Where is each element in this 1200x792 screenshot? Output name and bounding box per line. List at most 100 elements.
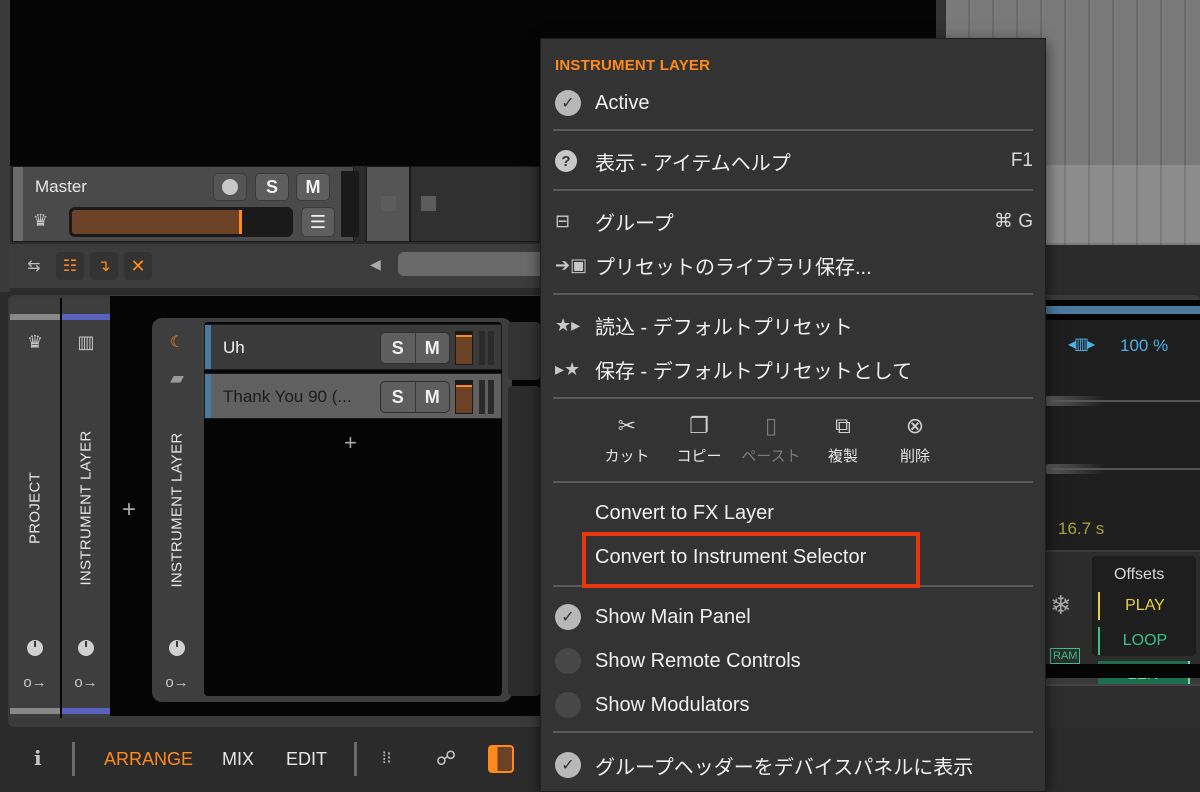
routing-icon[interactable]: o→ xyxy=(10,674,60,691)
delete-action[interactable]: ⊗ 削除 xyxy=(879,413,951,466)
offset-loop-button[interactable]: LOOP xyxy=(1098,627,1190,655)
moon-icon[interactable]: ☾ xyxy=(152,332,202,352)
layer-color-stripe xyxy=(205,374,211,418)
menu-item-show-group-header[interactable]: ✓ グループヘッダーをデバイスパネルに表示 xyxy=(555,747,1033,783)
menu-item-label: Show Main Panel xyxy=(595,605,751,628)
offset-play-button[interactable]: PLAY xyxy=(1098,592,1190,620)
tab-mix[interactable]: MIX xyxy=(222,749,254,770)
clip-launcher-slot[interactable] xyxy=(366,166,410,242)
device-panel-toggle-icon[interactable] xyxy=(488,745,514,773)
edit-action-label: カット xyxy=(604,448,650,465)
tab-edit[interactable]: EDIT xyxy=(286,749,327,770)
column-color-cap xyxy=(10,708,60,714)
master-track-header[interactable]: Master S M ♛ ☰ xyxy=(12,166,359,242)
device-column-instrument-layer-inner[interactable]: ☾ ▰ INSTRUMENT LAYER o→ xyxy=(152,318,202,702)
clip-launcher-slot[interactable] xyxy=(410,166,540,242)
layer-level-meter[interactable] xyxy=(455,380,473,414)
waveform-right-channel xyxy=(1046,464,1200,474)
menu-item-label: 保存 - デフォルトプリセットとして xyxy=(595,360,913,383)
help-icon: ? xyxy=(555,150,577,172)
routing-icon[interactable]: o→ xyxy=(62,674,110,691)
menu-item-label: グループ xyxy=(595,212,674,235)
copy-action[interactable]: ❐ コピー xyxy=(663,413,735,466)
menu-item-help[interactable]: ? 表示 - アイテムヘルプ F1 xyxy=(555,143,1033,179)
menu-separator xyxy=(553,397,1033,399)
menu-item-load-default-preset[interactable]: ★▸ 読込 - デフォルトプリセット xyxy=(555,307,1033,343)
info-icon[interactable]: i xyxy=(34,746,42,770)
column-label: PROJECT xyxy=(26,471,44,545)
layer-mute-button[interactable]: M xyxy=(416,382,450,412)
layer-meter-left xyxy=(479,380,485,414)
menu-item-group[interactable]: ⊟ グループ ⌘ G xyxy=(555,203,1033,239)
paste-action[interactable]: ▯ ペースト xyxy=(735,413,807,466)
duplicate-icon: ⧉ xyxy=(835,413,851,438)
edit-action-label: ペースト xyxy=(741,448,801,465)
note-grid-icon[interactable]: ⁞⁝ xyxy=(382,748,392,768)
tab-arrange[interactable]: ARRANGE xyxy=(104,749,193,770)
edit-action-label: 複製 xyxy=(827,448,858,465)
master-volume-fill xyxy=(72,210,242,234)
add-layer-button[interactable]: + xyxy=(344,430,357,456)
sampler-color-bar xyxy=(1046,306,1200,314)
close-icon[interactable]: ✕ xyxy=(124,252,152,280)
scroll-left-icon[interactable]: ◀ xyxy=(370,256,381,273)
next-device-body[interactable] xyxy=(508,386,540,696)
pitch-value[interactable]: 100 % xyxy=(1120,336,1168,356)
layer-row[interactable]: Uh S M xyxy=(204,324,502,370)
menu-item-convert-to-fx-layer[interactable]: Convert to FX Layer xyxy=(555,495,1033,531)
menu-item-label: Show Modulators xyxy=(595,693,750,716)
menu-item-show-modulators[interactable]: Show Modulators xyxy=(555,687,1033,723)
volume-knob-icon[interactable] xyxy=(27,640,43,656)
insert-arrow-icon[interactable]: ↴ xyxy=(90,252,118,280)
hamburger-menu-icon[interactable]: ☰ xyxy=(301,207,335,237)
scissors-icon: ✂ xyxy=(617,413,637,438)
layer-solo-button[interactable]: S xyxy=(381,333,416,363)
cut-action[interactable]: ✂ カット xyxy=(591,413,663,466)
device-column-instrument-layer[interactable]: ▥ INSTRUMENT LAYER o→ xyxy=(62,298,110,718)
layer-mute-button[interactable]: M xyxy=(416,333,450,363)
layer-row[interactable]: Thank You 90 (... S M xyxy=(204,373,502,419)
master-volume-handle[interactable] xyxy=(239,210,242,234)
stop-slot-icon xyxy=(421,196,436,211)
routing-icon[interactable]: o→ xyxy=(152,674,202,691)
volume-knob-icon[interactable] xyxy=(78,640,94,656)
layer-name: Thank You 90 (... xyxy=(223,387,352,406)
record-arm-button[interactable] xyxy=(213,173,247,201)
meter-peak xyxy=(456,335,472,337)
menu-shortcut: ⌘ G xyxy=(993,210,1033,232)
master-track-name: Master xyxy=(35,177,87,196)
master-mute-button[interactable]: M xyxy=(296,173,330,201)
layer-level-meter[interactable] xyxy=(455,331,473,365)
horizontal-scrollbar[interactable] xyxy=(398,252,550,276)
menu-separator xyxy=(553,189,1033,191)
master-volume-slider[interactable] xyxy=(69,207,293,237)
modulation-node-icon[interactable]: ☍ xyxy=(436,746,456,771)
ram-icon[interactable]: RAM xyxy=(1050,648,1081,664)
stop-slot-icon xyxy=(381,196,396,211)
next-device-header[interactable] xyxy=(508,322,540,380)
layer-solo-button[interactable]: S xyxy=(381,382,416,412)
snowflake-freeze-icon[interactable]: ❄ xyxy=(1050,590,1072,621)
folder-icon[interactable]: ▰ xyxy=(152,368,202,389)
copy-icon: ❐ xyxy=(689,413,709,438)
layer-meter-right xyxy=(488,331,494,365)
swap-icon[interactable]: ⇆ xyxy=(20,252,48,280)
column-color-cap xyxy=(62,314,110,320)
edit-action-label: コピー xyxy=(676,448,722,465)
volume-knob-icon[interactable] xyxy=(169,640,185,656)
layout-icon[interactable]: ☷ xyxy=(56,252,84,280)
add-device-button[interactable]: + xyxy=(122,496,136,524)
paste-icon: ▯ xyxy=(764,413,778,438)
highlight-annotation-box xyxy=(582,532,920,588)
menu-item-active[interactable]: ✓ Active xyxy=(555,85,1033,121)
device-column-project[interactable]: ♛ PROJECT o→ xyxy=(10,298,60,718)
master-solo-button[interactable]: S xyxy=(255,173,289,201)
menu-item-show-remote-controls[interactable]: Show Remote Controls xyxy=(555,643,1033,679)
duplicate-action[interactable]: ⧉ 複製 xyxy=(807,413,879,466)
menu-item-show-main-panel[interactable]: ✓ Show Main Panel xyxy=(555,599,1033,635)
meter-fill xyxy=(456,337,472,364)
menu-item-save-to-library[interactable]: ➔▣ プリセットのライブラリ保存... xyxy=(555,247,1033,283)
menu-item-save-default-preset[interactable]: ▸★ 保存 - デフォルトプリセットとして xyxy=(555,351,1033,387)
context-menu: INSTRUMENT LAYER ✓ Active ? 表示 - アイテムヘルプ… xyxy=(540,38,1046,792)
keytrack-pitch-icon[interactable]: ◂▥▸ xyxy=(1068,334,1095,354)
